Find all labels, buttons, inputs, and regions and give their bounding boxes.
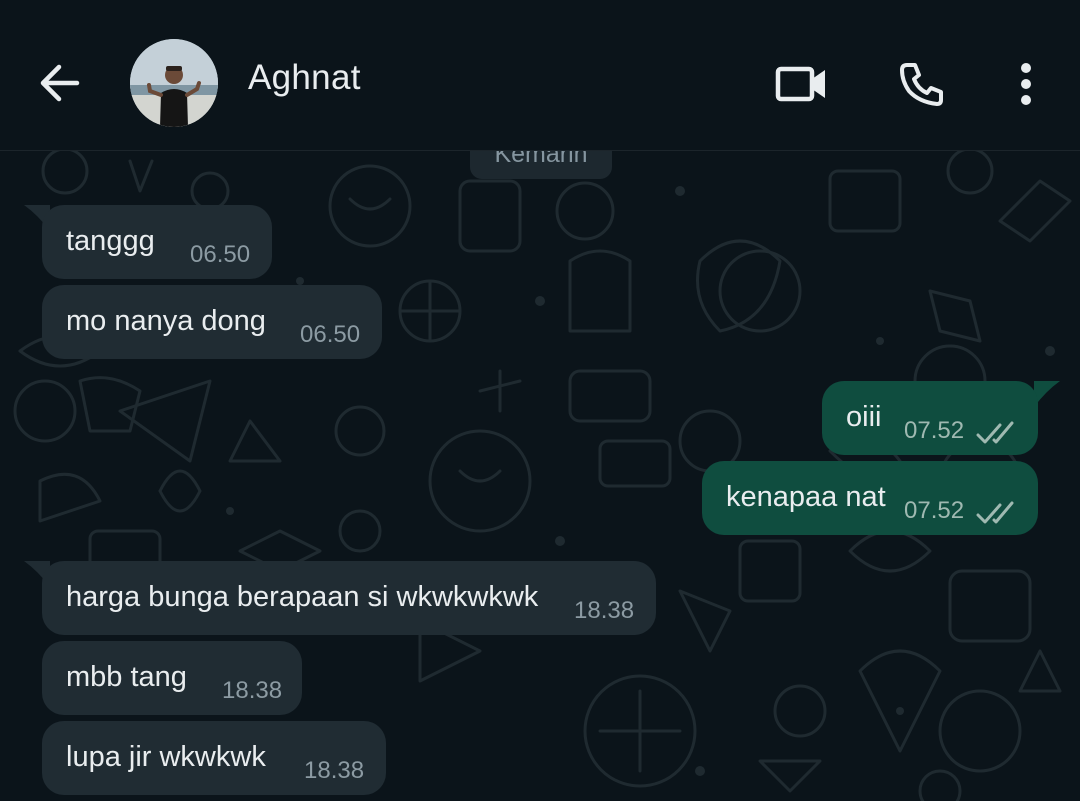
voice-call-button[interactable] (890, 52, 954, 116)
back-button[interactable] (28, 52, 90, 114)
arrow-back-icon (40, 64, 80, 102)
message-bubble-outgoing[interactable]: oiii 07.52 (822, 381, 1038, 455)
message-bubble-incoming[interactable]: mbb tang 18.38 (42, 641, 302, 715)
menu-button[interactable] (994, 52, 1058, 116)
chat-screen: Aghnat Kemarin tanggg 06.50 mo nanya don… (0, 0, 1080, 801)
message-time: 18.38 (222, 677, 283, 704)
message-text: oiii (846, 401, 882, 433)
avatar-photo (130, 39, 218, 127)
message-time: 07.52 (904, 497, 965, 524)
message-text: mo nanya dong (66, 305, 266, 337)
video-call-icon (775, 66, 825, 102)
video-call-button[interactable] (770, 52, 834, 116)
message-bubble-incoming[interactable]: harga bunga berapaan si wkwkwkwk 18.38 (42, 561, 656, 635)
message-text: mbb tang (66, 661, 187, 693)
double-check-icon (976, 421, 1014, 444)
message-bubble-incoming[interactable]: tanggg 06.50 (42, 205, 272, 279)
message-bubble-outgoing[interactable]: kenapaa nat 07.52 (702, 461, 1038, 535)
phone-icon (900, 63, 943, 106)
message-text: tanggg (66, 225, 155, 257)
message-text: kenapaa nat (726, 481, 886, 513)
message-time: 06.50 (300, 321, 361, 348)
message-time: 18.38 (304, 757, 365, 784)
contact-name[interactable]: Aghnat (248, 58, 361, 98)
message-time: 06.50 (190, 241, 251, 268)
message-time: 18.38 (574, 597, 635, 624)
message-bubble-incoming[interactable]: mo nanya dong 06.50 (42, 285, 382, 359)
date-divider: Kemarin (470, 151, 612, 179)
message-text: lupa jir wkwkwk (66, 741, 266, 773)
message-time: 07.52 (904, 417, 965, 444)
chat-header: Aghnat (0, 0, 1080, 151)
message-list[interactable]: Kemarin tanggg 06.50 mo nanya dong 06.50… (0, 151, 1080, 801)
more-vert-icon (1021, 63, 1031, 105)
message-bubble-incoming[interactable]: lupa jir wkwkwk 18.38 (42, 721, 386, 795)
avatar[interactable] (130, 39, 218, 127)
message-text: harga bunga berapaan si wkwkwkwk (66, 581, 539, 613)
double-check-icon (976, 501, 1014, 524)
